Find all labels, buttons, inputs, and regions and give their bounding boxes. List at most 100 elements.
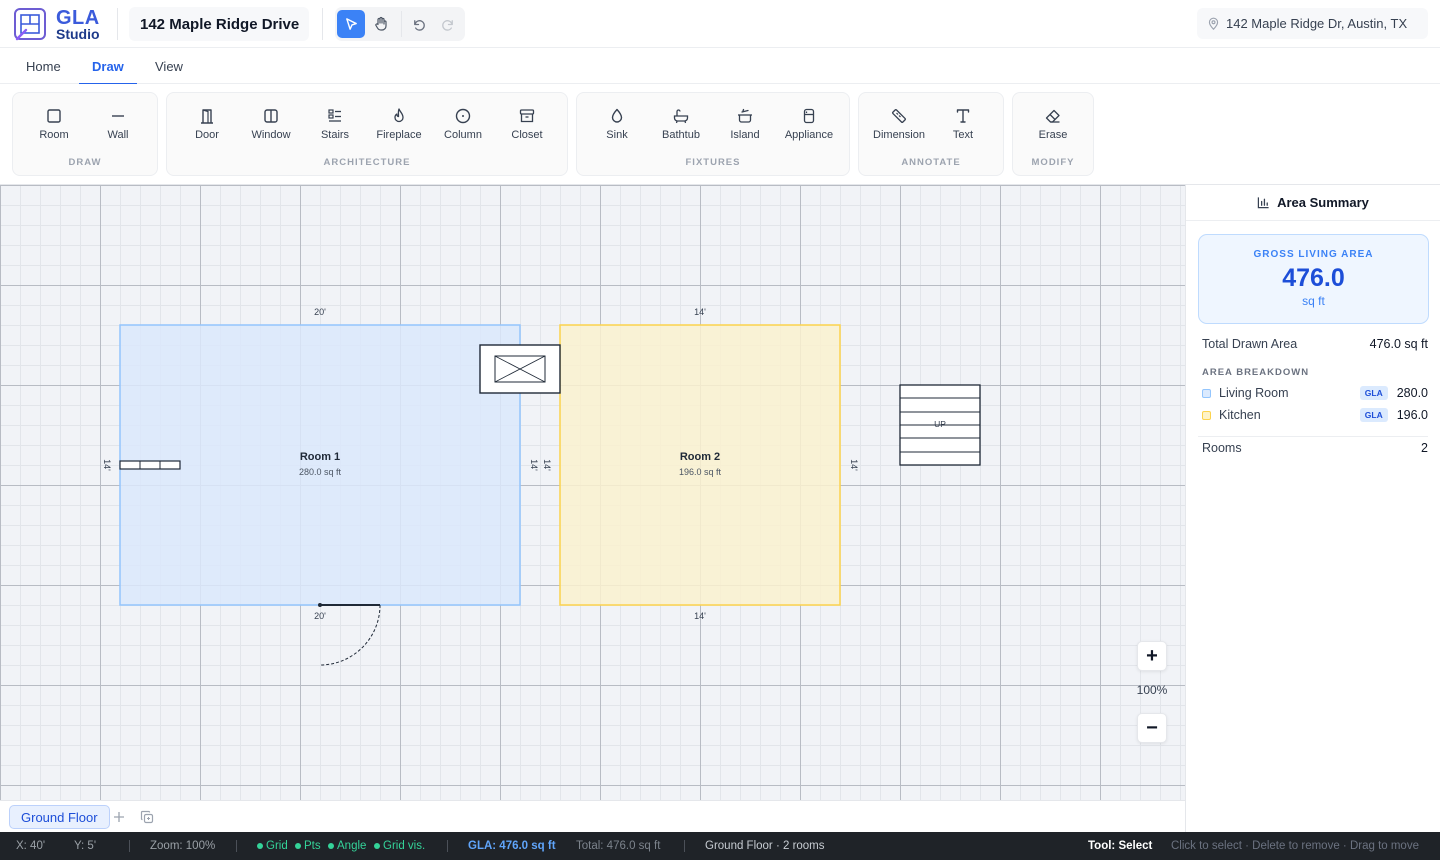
toggle-angle[interactable]: Angle: [328, 832, 366, 860]
breakdown-row-kitchen[interactable]: Kitchen GLA 196.0: [1202, 408, 1428, 422]
breakdown-value: 196.0: [1396, 408, 1428, 422]
project-name[interactable]: 142 Maple Ridge Drive: [129, 7, 309, 41]
dimension-tool-label: Dimension: [873, 129, 925, 141]
status-gla: GLA: 476.0 sq ft: [468, 840, 556, 852]
tab-draw[interactable]: Draw: [79, 48, 137, 85]
property-address[interactable]: 142 Maple Ridge Dr, Austin, TX: [1197, 8, 1428, 39]
app-logo[interactable]: GLA Studio: [12, 6, 108, 42]
erase-tool-button[interactable]: Erase: [1021, 107, 1085, 147]
redo-button[interactable]: [434, 10, 462, 38]
ribbon-group-fixtures: Sink Bathtub Island Appliance FIXTURES: [576, 92, 850, 176]
fireplace-tool-label: Fireplace: [376, 129, 422, 141]
breakdown-name: Kitchen: [1219, 408, 1261, 422]
breakdown-row-living-room[interactable]: Living Room GLA 280.0: [1202, 386, 1428, 400]
door-icon: [201, 109, 213, 124]
hand-icon: [375, 16, 387, 31]
divider: [1198, 436, 1428, 437]
closet-fixture[interactable]: [479, 344, 561, 394]
divider: [117, 8, 118, 40]
stairs-icon: [328, 109, 341, 122]
square-icon: [47, 109, 61, 123]
select-tool-button[interactable]: [337, 10, 365, 38]
floor-bar: Ground Floor: [0, 800, 1185, 832]
eraser-icon: [1045, 109, 1060, 123]
bathtub-tool-button[interactable]: Bathtub: [649, 107, 713, 147]
breakdown-value: 280.0: [1396, 386, 1428, 400]
room-2-name: Room 2: [680, 451, 720, 463]
toggle-points[interactable]: Pts: [295, 832, 321, 860]
stairs-fixture[interactable]: UP: [899, 384, 981, 466]
stairs-tool-button[interactable]: Stairs: [303, 107, 367, 147]
room-color-swatch: [1202, 410, 1211, 420]
divider: [684, 840, 685, 852]
room-color-swatch: [1202, 388, 1211, 398]
flame-icon: [394, 108, 404, 123]
room-tool-button[interactable]: Room: [22, 107, 86, 147]
floor-tab-ground[interactable]: Ground Floor: [9, 805, 110, 829]
line-icon: [112, 115, 124, 117]
pan-tool-button[interactable]: [367, 10, 395, 38]
text-tool-label: Text: [952, 129, 974, 141]
fireplace-tool-button[interactable]: Fireplace: [367, 107, 431, 147]
duplicate-floor-button[interactable]: [139, 809, 155, 825]
zoom-in-button[interactable]: +: [1137, 641, 1167, 671]
ribbon-tabs: Home Draw View: [0, 48, 1440, 85]
total-value: 476.0 sq ft: [1369, 337, 1428, 351]
sink-tool-button[interactable]: Sink: [585, 107, 649, 147]
ribbon-group-label: FIXTURES: [685, 157, 741, 168]
room-1-top-dimension: 20': [314, 307, 326, 317]
refrigerator-icon: [803, 108, 815, 124]
column-tool-label: Column: [444, 129, 482, 141]
door-fixture[interactable]: [318, 603, 381, 666]
toggle-label: Angle: [337, 840, 367, 852]
door-tool-label: Door: [195, 129, 219, 141]
add-floor-button[interactable]: [111, 809, 127, 825]
gla-badge: GLA: [1359, 386, 1388, 400]
panel-header: Area Summary: [1186, 185, 1440, 221]
island-tool-label: Island: [730, 129, 760, 141]
divider: [236, 840, 237, 852]
tab-view[interactable]: View: [142, 48, 196, 84]
cursor-x: X: 40': [16, 840, 46, 852]
status-total: Total: 476.0 sq ft: [576, 840, 661, 852]
pointer-icon: [345, 17, 357, 30]
island-tool-button[interactable]: Island: [713, 107, 777, 147]
tab-home[interactable]: Home: [13, 48, 74, 84]
room-2-shape[interactable]: [559, 324, 841, 606]
gla-value: 476.0: [1282, 264, 1345, 292]
zoom-out-button[interactable]: −: [1137, 713, 1167, 743]
closet-tool-button[interactable]: Closet: [495, 107, 559, 147]
window-tool-button[interactable]: Window: [239, 107, 303, 147]
ribbon-group-label: ARCHITECTURE: [323, 157, 411, 168]
wall-tool-button[interactable]: Wall: [86, 107, 150, 147]
undo-button[interactable]: [404, 10, 432, 38]
status-bar: X: 40' Y: 5' Zoom: 100% Grid Pts Angle G…: [0, 832, 1440, 860]
room-1-area: 280.0 sq ft: [299, 467, 342, 477]
rooms-value: 2: [1421, 441, 1428, 455]
appliance-tool-button[interactable]: Appliance: [777, 107, 841, 147]
toggle-grid[interactable]: Grid: [257, 832, 288, 860]
column-tool-button[interactable]: Column: [431, 107, 495, 147]
toggle-grid-visible[interactable]: Grid vis.: [374, 832, 425, 860]
floor-plan: Room 1 280.0 sq ft Room 2 196.0 sq ft 20…: [102, 307, 981, 666]
drawing-canvas[interactable]: Room 1 280.0 sq ft Room 2 196.0 sq ft 20…: [0, 185, 1185, 800]
dimension-tool-button[interactable]: Dimension: [867, 107, 931, 147]
status-floor: Ground Floor · 2 rooms: [705, 840, 825, 852]
ribbon-group-label: DRAW: [68, 157, 102, 168]
ribbon-group-draw: Room Wall DRAW: [12, 92, 158, 176]
window-fixture[interactable]: [119, 460, 181, 470]
appliance-tool-label: Appliance: [784, 129, 834, 141]
text-tool-button[interactable]: Text: [931, 107, 995, 147]
room-2-top-dimension: 14': [694, 307, 706, 317]
status-hint: Click to select · Delete to remove · Dra…: [1171, 840, 1419, 852]
breakdown-name: Living Room: [1219, 386, 1289, 400]
door-tool-button[interactable]: Door: [175, 107, 239, 147]
divider: [401, 11, 402, 37]
logo-icon: [14, 8, 46, 41]
top-bar: GLA Studio 142 Maple Ridge Drive 142 Map…: [0, 0, 1440, 48]
ribbon-group-label: MODIFY: [1031, 157, 1075, 168]
address-text: 142 Maple Ridge Dr, Austin, TX: [1226, 16, 1408, 31]
erase-tool-label: Erase: [1038, 129, 1068, 141]
wall-tool-label: Wall: [107, 129, 129, 141]
window-icon: [264, 109, 278, 123]
